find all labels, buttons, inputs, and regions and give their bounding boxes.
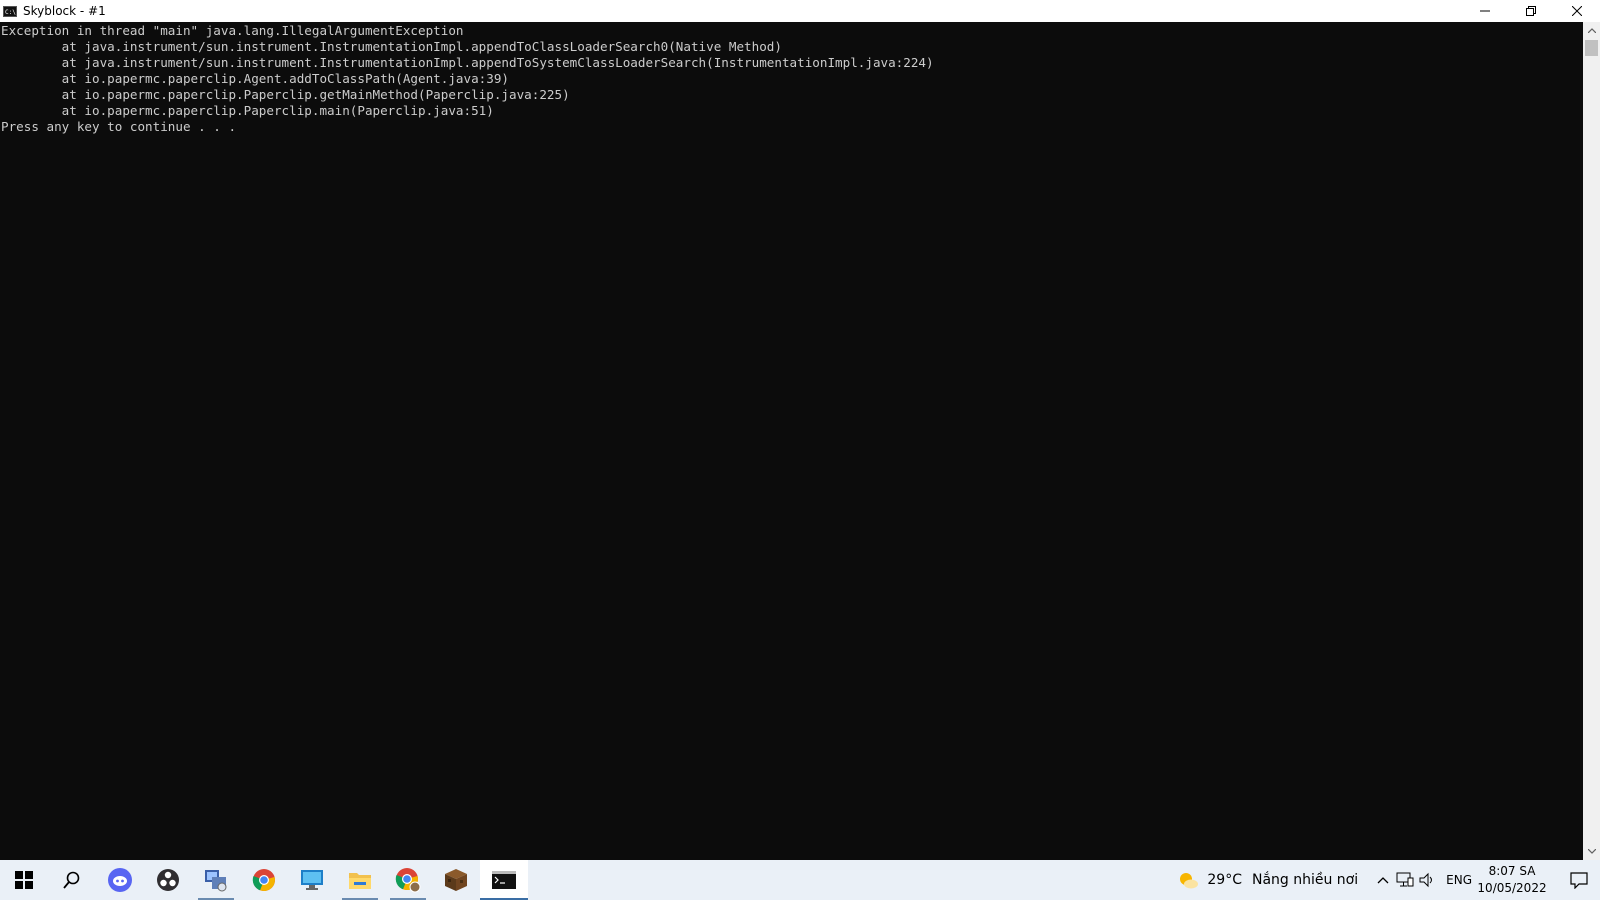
file-explorer-icon — [349, 873, 371, 889]
scrollbar-thumb[interactable] — [1585, 40, 1598, 56]
weather-temperature[interactable]: 29°C — [1207, 872, 1242, 888]
clock-time: 8:07 SA — [1488, 864, 1536, 878]
minecraft-icon — [445, 869, 467, 891]
weather-sun-icon[interactable] — [1177, 870, 1199, 890]
window-titlebar[interactable]: C:\ Skyblock - #1 — [0, 0, 1600, 22]
window-controls — [1462, 0, 1600, 22]
console-line: at io.papermc.paperclip.Agent.addToClass… — [1, 71, 509, 86]
obs-icon — [157, 869, 179, 891]
taskbar-chrome[interactable] — [240, 860, 288, 900]
console-line: at java.instrument/sun.instrument.Instru… — [1, 55, 934, 70]
network-status-button[interactable] — [1394, 860, 1416, 900]
console-line: at io.papermc.paperclip.Paperclip.getMai… — [1, 87, 570, 102]
search-button[interactable] — [48, 860, 96, 900]
chevron-up-icon — [1587, 28, 1596, 33]
taskbar-minecraft[interactable] — [432, 860, 480, 900]
taskbar-file-explorer[interactable] — [336, 860, 384, 900]
volume-button[interactable] — [1416, 860, 1438, 900]
taskbar-discord[interactable] — [96, 860, 144, 900]
taskbar-chrome-profile[interactable] — [384, 860, 432, 900]
network-app-icon — [205, 870, 227, 892]
restore-button[interactable] — [1508, 0, 1554, 22]
action-center-button[interactable] — [1558, 860, 1600, 900]
taskbar-command-prompt[interactable] — [480, 860, 528, 900]
console-line: at io.papermc.paperclip.Paperclip.main(P… — [1, 103, 494, 118]
scroll-up-button[interactable] — [1583, 22, 1600, 39]
taskbar-remote-desktop[interactable] — [288, 860, 336, 900]
console-line: Exception in thread "main" java.lang.Ill… — [1, 23, 464, 38]
chrome-icon — [252, 869, 275, 892]
search-icon — [63, 871, 80, 889]
console-output[interactable]: Exception in thread "main" java.lang.Ill… — [0, 22, 1583, 860]
remote-desktop-icon — [301, 870, 323, 890]
chrome-profile-icon — [395, 868, 421, 893]
input-language[interactable]: ENG — [1446, 873, 1472, 887]
console-line: Press any key to continue . . . — [1, 119, 237, 134]
close-button[interactable] — [1554, 0, 1600, 22]
minimize-icon — [1480, 10, 1490, 12]
show-hidden-icons-button[interactable] — [1372, 860, 1394, 900]
vertical-scrollbar[interactable] — [1583, 22, 1600, 860]
clock[interactable]: 8:07 SA 10/05/2022 — [1477, 863, 1546, 897]
notification-icon — [1570, 871, 1588, 889]
taskbar-obs[interactable] — [144, 860, 192, 900]
system-tray: 29°C Nắng nhiều nơi ENG 8:07 SA 10/05/20… — [1177, 860, 1600, 900]
windows-logo-icon — [15, 871, 33, 889]
network-icon — [1396, 872, 1414, 887]
window-title: Skyblock - #1 — [23, 4, 106, 18]
scroll-down-button[interactable] — [1583, 843, 1600, 860]
console-line: at java.instrument/sun.instrument.Instru… — [1, 39, 782, 54]
discord-icon — [108, 868, 132, 892]
taskbar: 29°C Nắng nhiều nơi ENG 8:07 SA 10/05/20… — [0, 860, 1600, 900]
minimize-button[interactable] — [1462, 0, 1508, 22]
command-prompt-icon: C:\ — [3, 5, 17, 17]
close-icon — [1572, 6, 1582, 16]
command-prompt-icon — [492, 871, 516, 889]
clock-date: 10/05/2022 — [1477, 881, 1547, 895]
weather-description[interactable]: Nắng nhiều nơi — [1252, 872, 1358, 888]
restore-icon — [1526, 6, 1536, 16]
chevron-down-icon — [1587, 849, 1596, 854]
start-button[interactable] — [0, 860, 48, 900]
chevron-up-icon — [1377, 877, 1389, 884]
taskbar-network-app[interactable] — [192, 860, 240, 900]
speaker-icon — [1419, 872, 1433, 888]
